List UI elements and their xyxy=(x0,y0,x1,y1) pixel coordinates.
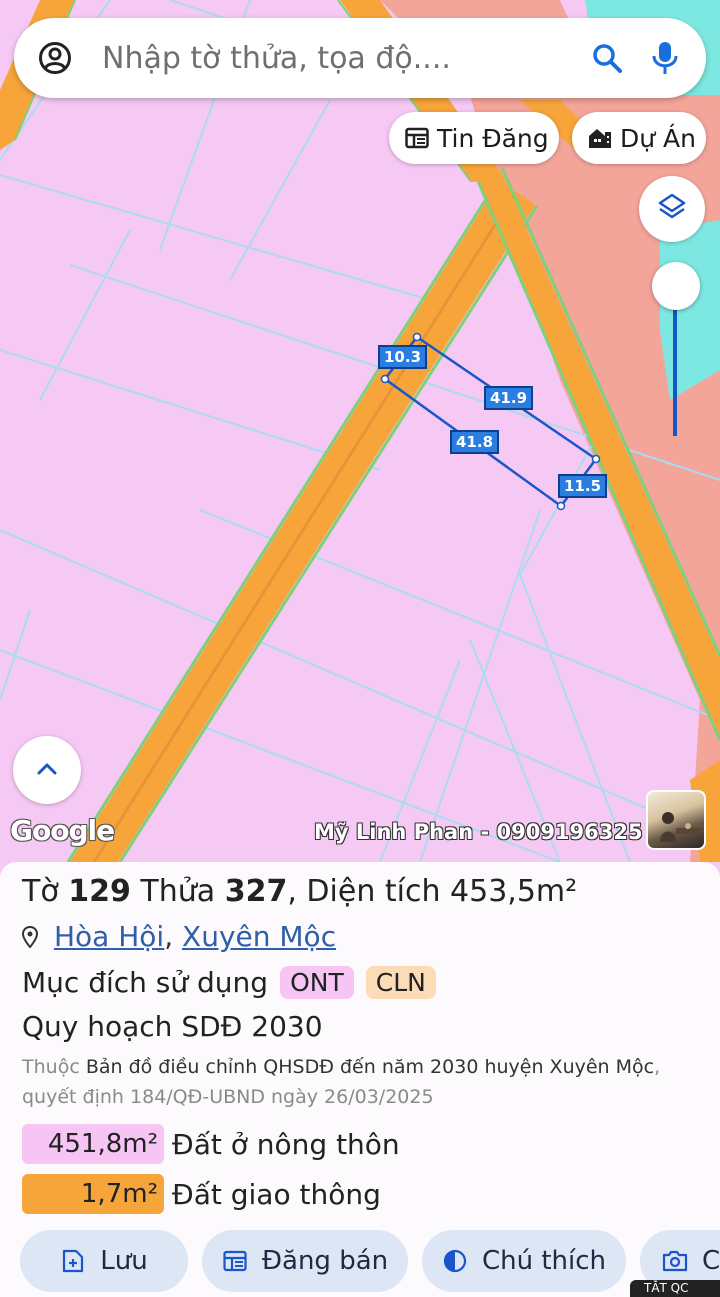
listings-chip-label: Tin Đăng xyxy=(437,123,549,153)
area-value-residential: 451,8m² xyxy=(22,1124,164,1164)
listing-icon xyxy=(222,1248,248,1274)
building-icon xyxy=(588,125,612,151)
post-for-sale-button[interactable]: Đăng bán xyxy=(202,1230,408,1292)
watermark-text: Mỹ Linh Phan - 0909196325 xyxy=(314,820,643,844)
projects-chip-label: Dự Án xyxy=(620,123,696,153)
plan-title: Quy hoạch SDĐ 2030 xyxy=(22,1010,323,1043)
more-actions-label: C xyxy=(702,1246,720,1276)
search-input[interactable]: Nhập tờ thửa, tọa độ.... xyxy=(102,41,582,76)
area-row-traffic: 1,7m² Đất giao thông xyxy=(22,1174,381,1214)
ad-toggle-badge[interactable]: TẮT QC xyxy=(630,1280,720,1297)
microphone-icon[interactable] xyxy=(648,41,682,75)
opacity-slider-track[interactable] xyxy=(673,290,677,436)
opacity-slider-handle[interactable] xyxy=(652,262,700,310)
expand-up-button[interactable] xyxy=(13,736,81,804)
save-button[interactable]: Lưu xyxy=(20,1230,188,1292)
save-plus-icon xyxy=(60,1248,86,1274)
legend-button-label: Chú thích xyxy=(481,1246,607,1276)
chevron-up-icon xyxy=(36,761,58,780)
parcel-dimension-left: 41.8 xyxy=(450,430,500,454)
legend-button[interactable]: Chú thích xyxy=(422,1230,626,1292)
camera-icon xyxy=(662,1248,688,1274)
area-label-residential: Đất ở nông thôn xyxy=(172,1127,400,1161)
land-use-purpose: Mục đích sử dụng ONT CLN xyxy=(22,966,436,999)
agent-photo-thumbnail[interactable] xyxy=(646,790,706,850)
plan-description: Thuộc Bản đồ điều chỉnh QHSDĐ đến năm 20… xyxy=(22,1056,661,1108)
land-use-tag-cln: CLN xyxy=(365,966,436,999)
account-icon[interactable] xyxy=(38,41,72,75)
post-for-sale-label: Đăng bán xyxy=(261,1246,389,1276)
listings-chip[interactable]: Tin Đăng xyxy=(389,112,559,164)
parcel-info-sheet: Tờ 129 Thửa 327, Diện tích 453,5m² Hòa H… xyxy=(0,862,720,1297)
land-use-tag-ont: ONT xyxy=(280,966,354,999)
parcel-dimension-right: 41.9 xyxy=(484,386,534,410)
search-icon[interactable] xyxy=(590,41,624,75)
parcel-location: Hòa Hội, Xuyên Mộc xyxy=(22,920,336,953)
newspaper-icon xyxy=(405,125,429,151)
map-view[interactable]: 10.3 41.9 41.8 11.5 Nhập tờ thửa, tọa độ… xyxy=(0,0,720,862)
location-pin-icon xyxy=(22,924,42,950)
layers-icon xyxy=(657,192,687,226)
google-logo: Google xyxy=(10,814,115,847)
parcel-dimension-bottom: 11.5 xyxy=(558,474,608,498)
parcel-area: 453,5m² xyxy=(450,874,578,909)
search-bar[interactable]: Nhập tờ thửa, tọa độ.... xyxy=(14,18,706,98)
area-label-traffic: Đất giao thông xyxy=(172,1177,381,1211)
area-value-traffic: 1,7m² xyxy=(22,1174,164,1214)
area-row-residential: 451,8m² Đất ở nông thôn xyxy=(22,1124,400,1164)
commune-link[interactable]: Hòa Hội xyxy=(54,920,164,953)
contrast-icon xyxy=(442,1248,468,1274)
projects-chip[interactable]: Dự Án xyxy=(572,112,706,164)
parcel-title: Tờ 129 Thửa 327, Diện tích 453,5m² xyxy=(22,874,578,909)
save-button-label: Lưu xyxy=(100,1246,148,1276)
parcel-dimension-top: 10.3 xyxy=(378,345,428,369)
district-link[interactable]: Xuyên Mộc xyxy=(182,920,336,953)
sheet-number: 129 xyxy=(68,874,131,909)
plot-number: 327 xyxy=(224,874,288,909)
layers-button[interactable] xyxy=(639,176,705,242)
